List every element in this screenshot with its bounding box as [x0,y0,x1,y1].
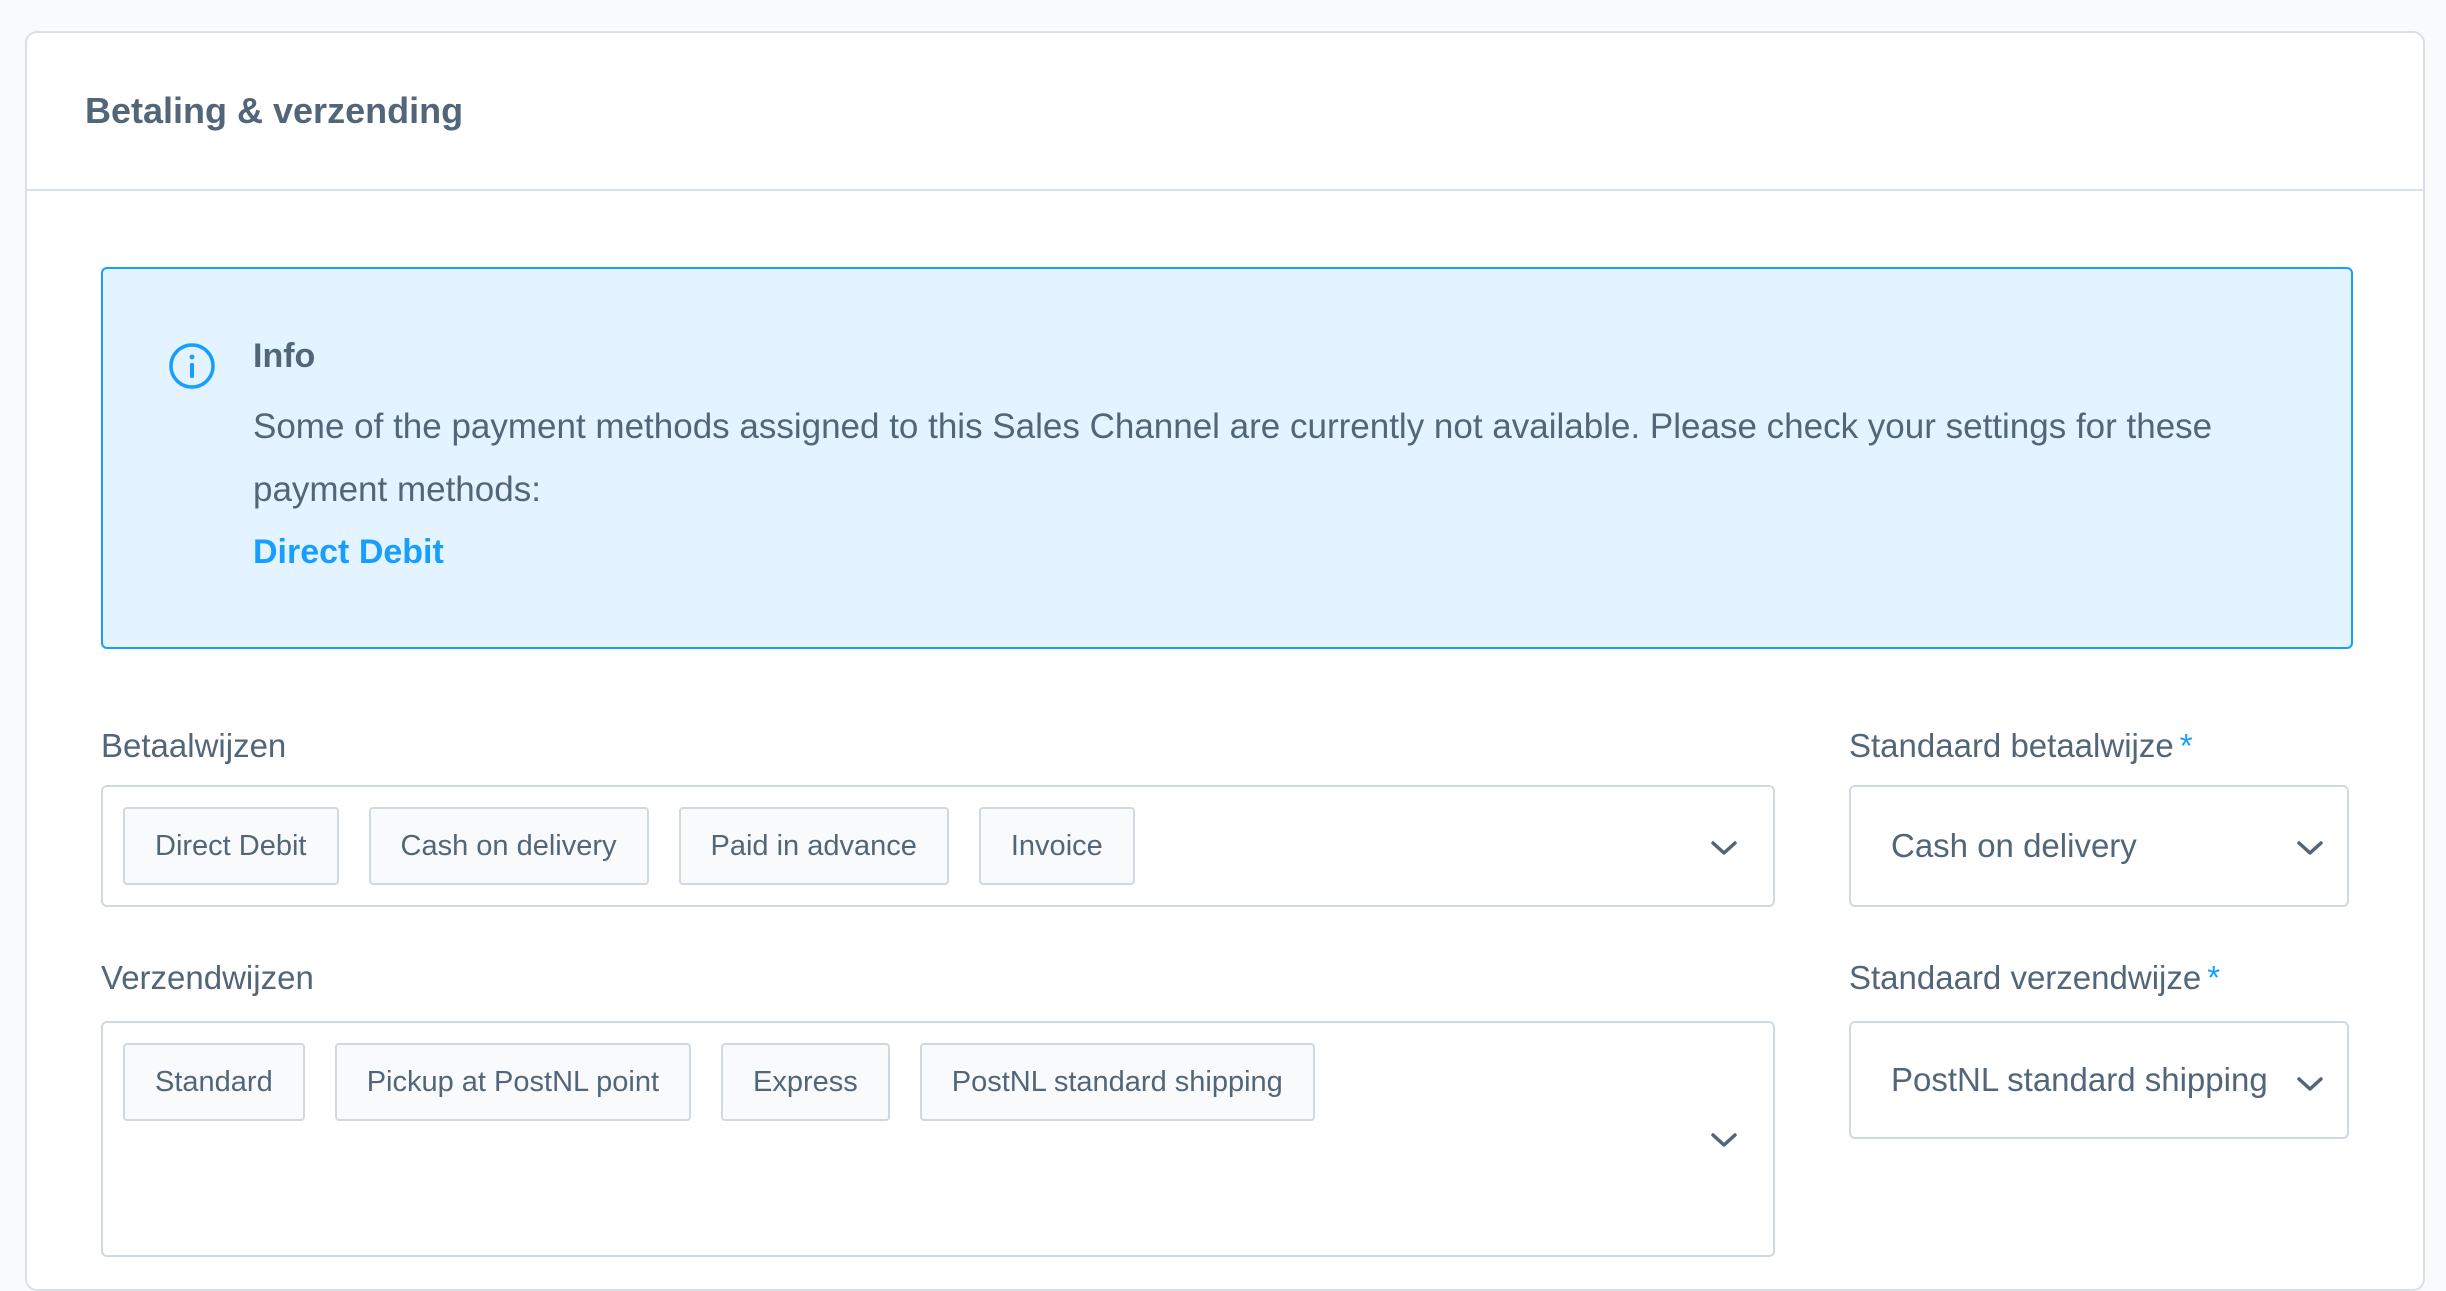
shipping-tag-pickup-postnl[interactable]: Pickup at PostNL point [334,1043,692,1121]
info-alert: Info Some of the payment methods assigne… [101,267,2353,649]
alert-message: Some of the payment methods assigned to … [253,407,2213,509]
default-shipping-value: PostNL standard shipping [1891,1061,2268,1098]
shipping-methods-multiselect[interactable]: Standard Pickup at PostNL point Express … [101,1021,1775,1257]
chevron-down-icon[interactable] [1707,1129,1741,1151]
default-payment-select[interactable]: Cash on delivery [1849,785,2349,907]
payment-tag-invoice[interactable]: Invoice [978,807,1135,885]
shipping-methods-label: Verzendwijzen [101,959,314,997]
direct-debit-link[interactable]: Direct Debit [253,533,444,572]
payment-methods-multiselect[interactable]: Direct Debit Cash on delivery Paid in ad… [101,785,1775,907]
default-payment-value: Cash on delivery [1891,827,2137,864]
default-shipping-label-text: Standaard verzendwijze [1849,959,2202,996]
sales-channel-payment-shipping-card: Betaling & verzending Info Some of the p… [25,31,2425,1291]
payment-methods-label: Betaalwijzen [101,727,286,765]
payment-methods-tags: Direct Debit Cash on delivery Paid in ad… [123,807,1135,885]
payment-tag-direct-debit[interactable]: Direct Debit [123,807,339,885]
shipping-tag-postnl-standard[interactable]: PostNL standard shipping [919,1043,1315,1121]
required-marker: * [2207,959,2221,996]
chevron-down-icon[interactable] [1707,837,1741,859]
card-title: Betaling & verzending [85,90,464,131]
shipping-tag-standard[interactable]: Standard [123,1043,305,1121]
required-marker: * [2179,727,2193,764]
shipping-methods-tags: Standard Pickup at PostNL point Express … [123,1043,1315,1121]
chevron-down-icon[interactable] [2293,837,2327,859]
default-payment-label-text: Standaard betaalwijze [1849,727,2174,764]
default-shipping-label: Standaard verzendwijze * [1849,959,2220,997]
alert-title: Info [253,337,316,375]
shipping-tag-express[interactable]: Express [721,1043,890,1121]
payment-tag-paid-in-advance[interactable]: Paid in advance [678,807,949,885]
chevron-down-icon[interactable] [2293,1073,2327,1095]
info-icon [169,343,215,389]
payment-tag-cash-on-delivery[interactable]: Cash on delivery [368,807,649,885]
card-header: Betaling & verzending [27,33,2423,191]
default-shipping-select[interactable]: PostNL standard shipping [1849,1021,2349,1139]
default-payment-label: Standaard betaalwijze * [1849,727,2193,765]
shipping-methods-label-text: Verzendwijzen [101,959,314,996]
payment-methods-label-text: Betaalwijzen [101,727,287,764]
